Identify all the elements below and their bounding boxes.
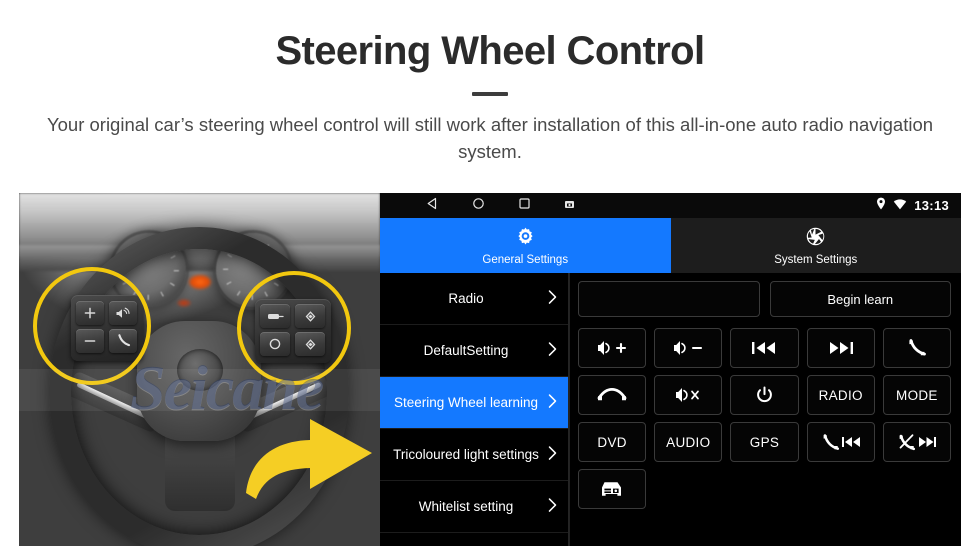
- car-radio-key[interactable]: [578, 469, 647, 509]
- chevron-right-icon: [547, 289, 558, 308]
- chevron-right-icon: [547, 393, 558, 412]
- chevron-right-icon: [547, 341, 558, 360]
- menu-item-whitelist-setting[interactable]: Whitelist setting: [380, 481, 568, 533]
- settings-tabs: General Settings System Settings: [380, 218, 961, 273]
- chevron-right-icon: [547, 445, 558, 464]
- steering-wheel-learning-panel: Begin learn RADIO MODE DVD AUDIO GPS: [569, 273, 961, 546]
- gear-icon: [515, 226, 536, 250]
- tab-system-settings-label: System Settings: [774, 253, 858, 266]
- location-pin-icon: [876, 197, 886, 215]
- call-answer-key[interactable]: [882, 328, 951, 368]
- mute-key[interactable]: [654, 375, 723, 415]
- pointer-arrow: [244, 407, 380, 503]
- android-nav-bar: [426, 197, 575, 215]
- dvd-key[interactable]: DVD: [578, 422, 647, 462]
- menu-item-steering-wheel-learning[interactable]: Steering Wheel learning: [380, 377, 568, 429]
- highlight-circle-right: [237, 271, 351, 385]
- volume-up-key[interactable]: [578, 328, 647, 368]
- page-header: Steering Wheel Control Your original car…: [0, 0, 980, 166]
- recents-icon[interactable]: [518, 197, 531, 215]
- wifi-icon: [893, 197, 907, 215]
- highlight-circle-left: [33, 267, 151, 385]
- page-title: Steering Wheel Control: [275, 29, 705, 73]
- title-divider: [472, 92, 508, 96]
- menu-item-label: DefaultSetting: [423, 342, 509, 358]
- settings-menu-list: Radio DefaultSetting Steering Wheel lear…: [380, 273, 569, 546]
- learn-input[interactable]: [578, 281, 760, 317]
- call-hangup-key[interactable]: [578, 375, 647, 415]
- android-status-bar: 13:13: [380, 193, 961, 218]
- volume-down-key[interactable]: [654, 328, 723, 368]
- menu-item-label: Tricoloured light settings: [393, 446, 539, 462]
- head-unit-screen: 13:13 General Settings System Settings R…: [380, 193, 961, 546]
- gps-key[interactable]: GPS: [730, 422, 799, 462]
- screenshot-icon[interactable]: [564, 197, 575, 215]
- mode-key[interactable]: MODE: [882, 375, 951, 415]
- menu-item-label: Steering Wheel learning: [393, 394, 539, 410]
- tab-general-settings[interactable]: General Settings: [380, 218, 671, 273]
- menu-item-tricoloured-light-settings[interactable]: Tricoloured light settings: [380, 429, 568, 481]
- menu-item-radio[interactable]: Radio: [380, 273, 568, 325]
- begin-learn-button[interactable]: Begin learn: [769, 281, 951, 317]
- menu-item-label: Radio: [448, 290, 484, 306]
- audio-key[interactable]: AUDIO: [654, 422, 723, 462]
- page-subtitle: Your original car’s steering wheel contr…: [46, 114, 934, 162]
- back-icon[interactable]: [426, 197, 439, 215]
- tab-system-settings[interactable]: System Settings: [670, 218, 961, 273]
- tab-general-settings-label: General Settings: [482, 253, 569, 266]
- composite-illustration: Seicane 13:13 General Settings System Se…: [0, 193, 980, 546]
- settings-body: Radio DefaultSetting Steering Wheel lear…: [380, 273, 961, 546]
- home-icon[interactable]: [472, 197, 485, 215]
- power-key[interactable]: [730, 375, 799, 415]
- previous-track-key[interactable]: [730, 328, 799, 368]
- shutter-icon: [805, 226, 826, 250]
- learn-row: Begin learn: [578, 281, 951, 317]
- status-bar-clock: 13:13: [914, 198, 949, 213]
- chevron-right-icon: [547, 497, 558, 516]
- menu-item-label: Whitelist setting: [418, 498, 514, 514]
- status-bar-right: 13:13: [876, 197, 949, 215]
- next-track-key[interactable]: [806, 328, 875, 368]
- radio-key[interactable]: RADIO: [806, 375, 875, 415]
- call-prev-key[interactable]: [806, 422, 875, 462]
- menu-item-defaultsetting[interactable]: DefaultSetting: [380, 325, 568, 377]
- call-reject-next-key[interactable]: [882, 422, 951, 462]
- key-grid: RADIO MODE DVD AUDIO GPS: [578, 328, 951, 509]
